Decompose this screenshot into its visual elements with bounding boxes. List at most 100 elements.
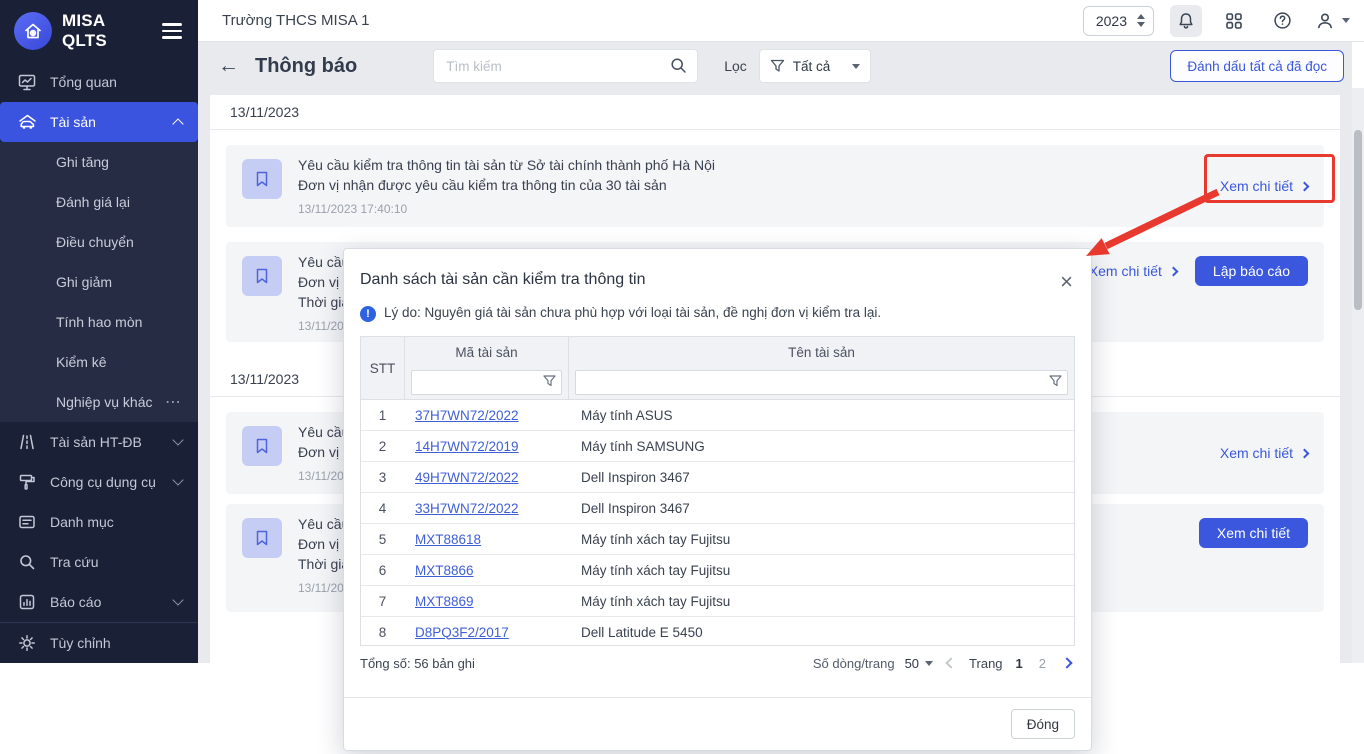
modal-reason-row: ! Lý do: Nguyên giá tài sản chưa phù hợp… [344,289,1091,334]
vertical-scrollbar-track[interactable] [1352,88,1364,663]
sidebar-item-tra-cuu[interactable]: Tra cứu [0,542,198,582]
column-header-code: Mã tài sản [405,337,569,367]
asset-code-link[interactable]: 14H7WN72/2019 [415,439,519,454]
table-row: 4 33H7WN72/2022 Dell Inspiron 3467 [361,493,1074,524]
sidebar-subitem-ghi-giam[interactable]: Ghi giảm [0,262,198,302]
bookmark-icon [242,159,282,199]
page-label: Trang [969,655,1003,671]
bookmark-icon [242,256,282,296]
app-root: MISA QLTS Tổng quan Tài sản Ghi tăng Đán… [0,0,1364,754]
page-number-1[interactable]: 1 [1013,656,1026,671]
view-detail-button-4[interactable]: Xem chi tiết [1198,518,1308,548]
sidebar-item-danh-muc[interactable]: Danh mục [0,502,198,542]
sidebar-item-cong-cu-dung-cu[interactable]: Công cụ dụng cụ [0,462,198,502]
chevron-down-icon [172,434,184,446]
close-button[interactable]: Đóng [1010,709,1075,739]
more-dots-icon[interactable]: ⋯ [165,392,182,412]
user-menu-button[interactable] [1314,10,1350,32]
code-filter-input[interactable] [411,370,562,395]
notification-body: Yêu cầu kiểm tra thông tin tài sản từ Sở… [298,155,715,217]
caret-down-icon [1342,18,1350,23]
asset-code-link[interactable]: MXT8869 [415,594,474,609]
gear-icon [16,632,38,654]
assets-table: STT Mã tài sản Tên tài sản 1 37H7WN72/20… [360,336,1075,646]
asset-code-link[interactable]: MXT8866 [415,563,474,578]
road-icon [16,431,38,453]
bell-icon [1179,12,1193,29]
close-icon[interactable]: × [1056,267,1077,297]
search-icon [16,551,38,573]
hamburger-menu-icon[interactable] [160,19,184,43]
sidebar-subitem-dieu-chuyen[interactable]: Điều chuyển [0,222,198,262]
help-icon [1273,12,1291,29]
funnel-icon[interactable] [543,375,556,387]
page-number-2[interactable]: 2 [1036,656,1049,671]
view-detail-link-1[interactable]: Xem chi tiết [1220,178,1310,194]
name-filter-cell [569,367,1074,399]
back-arrow-button[interactable]: ← [212,54,245,78]
next-page-icon[interactable] [1061,657,1073,669]
asset-code-link[interactable]: D8PQ3F2/2017 [415,625,509,640]
sidebar-subitem-ghi-tang[interactable]: Ghi tăng [0,142,198,182]
vertical-scrollbar-thumb[interactable] [1354,130,1362,310]
dashboard-icon [16,71,38,93]
table-header: STT Mã tài sản Tên tài sản [361,337,1074,400]
table-row: 2 14H7WN72/2019 Máy tính SAMSUNG [361,431,1074,462]
previous-page-icon[interactable] [945,657,957,669]
funnel-icon[interactable] [1049,375,1062,387]
sidebar-item-overview[interactable]: Tổng quan [0,62,198,102]
sidebar-item-tuy-chinh[interactable]: Tùy chỉnh [0,623,198,663]
sidebar-subitem-kiem-ke[interactable]: Kiểm kê [0,342,198,382]
asset-check-modal: Danh sách tài sản cần kiểm tra thông tin… [343,248,1092,751]
assets-icon [16,111,38,133]
bookmark-icon [242,518,282,558]
search-icon[interactable] [669,56,688,75]
bar-chart-icon [16,591,38,613]
notification-item-1[interactable]: Yêu cầu kiểm tra thông tin tài sản từ Sở… [226,145,1324,227]
mark-all-read-button[interactable]: Đánh dấu tất cả đã đọc [1170,50,1344,82]
chevron-right-icon [1299,448,1310,458]
sidebar-subitem-tinh-hao-mon[interactable]: Tính hao mòn [0,302,198,342]
year-stepper-icon[interactable] [1137,14,1145,27]
topbar-actions: 2023 [1082,4,1350,37]
sidebar-subitem-nghiep-vu-khac[interactable]: Nghiệp vụ khác ⋯ [0,382,198,422]
info-icon: ! [360,306,376,322]
sidebar-item-bao-cao[interactable]: Báo cáo [0,582,198,622]
sidebar-subitem-danh-gia-lai[interactable]: Đánh giá lại [0,182,198,222]
rows-per-page-label: Số dòng/trang [812,655,895,671]
sidebar: MISA QLTS Tổng quan Tài sản Ghi tăng Đán… [0,0,198,663]
asset-code-link[interactable]: MXT88618 [415,532,481,547]
table-row: 8 D8PQ3F2/2017 Dell Latitude E 5450 [361,617,1074,645]
page-header: ← Thông báo Lọc Tất cả Đánh dấu tất cả đ… [198,42,1352,90]
rows-per-page-select[interactable]: 50 [905,656,934,671]
view-detail-link-2[interactable]: Xem chi tiết [1089,263,1179,279]
school-name: Trường THCS MISA 1 [222,12,370,29]
notifications-bell-button[interactable] [1170,4,1202,37]
sidebar-item-tai-san-ht-db[interactable]: Tài sản HT-ĐB [0,422,198,462]
filter-value: Tất cả [792,58,831,74]
caret-down-icon [925,660,934,666]
asset-code-link[interactable]: 33H7WN72/2022 [415,501,519,516]
chevron-up-icon [172,118,184,130]
filter-label: Lọc [724,58,747,74]
asset-code-link[interactable]: 49H7WN72/2022 [415,470,519,485]
create-report-button[interactable]: Lập báo cáo [1194,256,1308,286]
sidebar-item-label: Công cụ dụng cụ [50,474,156,490]
brand-title: MISA QLTS [62,11,107,50]
sidebar-header: MISA QLTS [0,0,198,62]
help-button[interactable] [1266,5,1298,37]
asset-code-link[interactable]: 37H7WN72/2022 [415,408,519,423]
misa-logo-icon[interactable] [14,12,52,50]
view-detail-link-3[interactable]: Xem chi tiết [1220,445,1310,461]
user-icon [1318,13,1332,28]
name-filter-input[interactable] [575,370,1068,395]
notification-time: 13/11/2023 17:40:10 [298,202,408,216]
apps-grid-button[interactable] [1218,5,1250,37]
year-selector[interactable]: 2023 [1082,5,1154,36]
sidebar-item-assets[interactable]: Tài sản [0,102,198,142]
topbar: Trường THCS MISA 1 2023 [198,0,1364,42]
search-input[interactable] [433,49,699,83]
filter-dropdown[interactable]: Tất cả [758,49,871,83]
funnel-icon [770,59,784,72]
sidebar-item-label: Báo cáo [50,594,102,610]
